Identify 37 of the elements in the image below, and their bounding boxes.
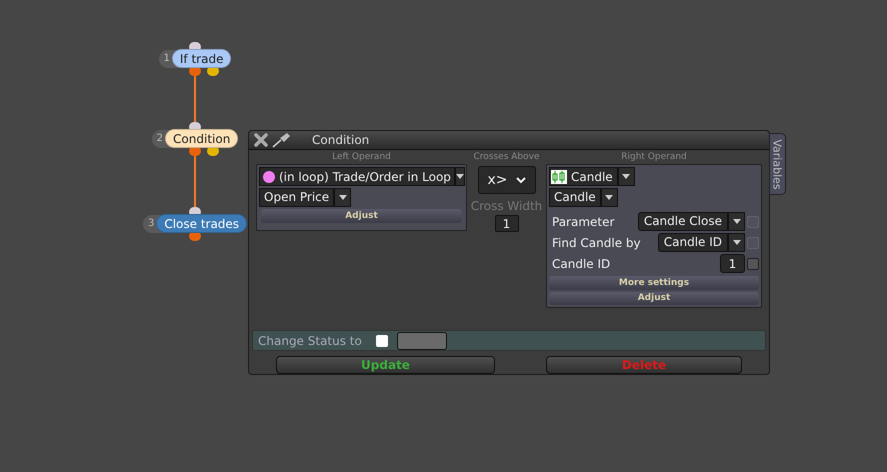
node-label[interactable]: Close trades <box>156 214 248 233</box>
type-select[interactable]: Candle <box>549 188 601 208</box>
operator-select[interactable]: x> <box>478 166 536 194</box>
chevron-down-icon <box>516 176 526 184</box>
more-settings-button[interactable]: More settings <box>549 276 759 290</box>
status-label: Change Status to <box>258 332 363 350</box>
dropdown-caret-icon[interactable] <box>728 233 745 252</box>
parameter-label: Parameter <box>552 214 616 231</box>
status-color-swatch[interactable] <box>397 332 447 350</box>
source-select[interactable]: (in loop) Trade/Order in Loop <box>259 167 455 186</box>
parameter-field[interactable]: 1 <box>720 254 745 274</box>
node-label[interactable]: Condition <box>165 129 238 148</box>
close-icon[interactable] <box>254 133 268 148</box>
cross-width-label: Cross Width <box>470 198 542 216</box>
parameter-label: Find Candle by <box>552 234 642 252</box>
dialog-title: Condition <box>312 132 370 150</box>
dropdown-caret-icon[interactable] <box>454 167 465 186</box>
section-heading: Right Operand <box>620 152 688 164</box>
dropdown-caret-icon[interactable] <box>600 188 618 208</box>
cross-width-field[interactable]: 1 <box>494 215 518 232</box>
adjust-button[interactable]: Adjust <box>261 209 462 224</box>
parameter-label: Candle ID <box>552 256 612 273</box>
node-label[interactable]: If trade <box>172 49 232 68</box>
update-button[interactable]: Update <box>276 356 495 374</box>
dropdown-caret-icon[interactable] <box>728 212 745 232</box>
checkbox[interactable] <box>376 334 388 347</box>
checkbox[interactable] <box>747 258 759 270</box>
adjust-button[interactable]: Adjust <box>549 292 759 306</box>
pin-icon[interactable] <box>272 132 292 148</box>
field-select[interactable]: Open Price <box>259 188 334 208</box>
section-heading: Left Operand <box>331 152 392 164</box>
variables-tab[interactable]: Variables <box>769 133 786 195</box>
dropdown-caret-icon[interactable] <box>334 188 352 208</box>
dropdown-caret-icon[interactable] <box>618 167 635 186</box>
section-heading: Crosses Above <box>474 152 540 164</box>
candlestick-icon <box>551 170 567 184</box>
source-select[interactable]: Candle <box>549 167 618 186</box>
